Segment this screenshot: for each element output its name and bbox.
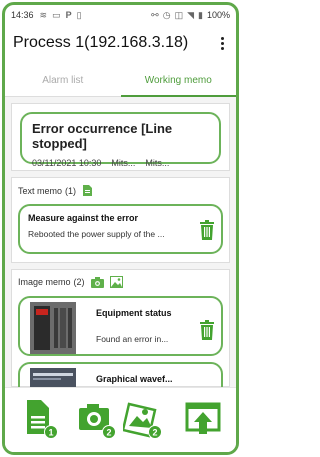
text-memo-item[interactable]: Measure against the error Rebooted the p… [18,204,223,254]
alarm-date: 03/11/2021 10:30 [32,158,102,168]
camera-icon[interactable] [90,276,104,288]
trash-icon[interactable] [199,220,215,240]
memo-content[interactable]: Error occurrence [Line stopped] 03/11/20… [5,97,236,387]
parking-icon: P [65,9,72,20]
tab-working-memo[interactable]: Working memo [120,65,237,97]
tab-bar: Alarm list Working memo [5,65,236,97]
status-bar: 14:36 ≋ ▭ P ▯ ⚯ ◷ ◫ ◥ ▮ 100% [5,5,236,25]
image-memo-item[interactable]: Equipment status Found an error in... [18,296,223,356]
equipment-thumbnail [30,302,76,354]
image-memo-title: Graphical wavef... [96,374,173,384]
tab-alarm-list[interactable]: Alarm list [5,65,121,96]
alarm-meta: 03/11/2021 10:30 Mits... Mits... [32,158,209,168]
battery-icon: ▮ [198,9,203,20]
waveform-thumbnail [30,368,76,387]
image-memo-title: Equipment status [96,308,172,318]
screen-cast-icon: ▭ [52,9,61,20]
wifi-status-icon: ≋ [39,9,48,20]
text-memo-label: Text memo [18,185,63,196]
text-memo-count: (1) [65,185,77,196]
wifi-signal-icon: ◥ [187,9,195,20]
alarm-title: Error occurrence [Line stopped] [32,121,173,151]
upload-button[interactable] [183,398,225,440]
add-image-button[interactable]: 2 [123,398,165,440]
app-frame: 14:36 ≋ ▭ P ▯ ⚯ ◷ ◫ ◥ ▮ 100% Process 1(1… [2,2,239,455]
bottom-action-bar: 1 2 2 [5,387,236,452]
text-memo-title: Measure against the error [28,213,139,223]
status-right-icons: ⚯ ◷ ◫ ◥ ▮ 100% [151,10,230,21]
trash-icon[interactable] [199,320,215,340]
text-memo-header: Text memo (1) [18,184,223,197]
image-memo-section: Image memo (2) Equipment status Found an… [11,269,230,387]
link-icon: ⚯ [151,9,159,20]
add-photo-button[interactable]: 2 [77,398,119,440]
alarm-field-1: Mits... [111,158,136,168]
image-badge: 2 [152,428,157,438]
status-left-icons: ≋ ▭ P ▯ [40,10,82,21]
photo-badge: 2 [106,428,111,438]
image-memo-header: Image memo (2) [18,276,223,288]
image-memo-item[interactable]: Graphical wavef... [18,362,223,387]
text-memo-section: Text memo (1) Measure against the error … [11,177,230,263]
add-text-memo-button[interactable]: 1 [21,398,63,440]
alarm-item[interactable]: Error occurrence [Line stopped] 03/11/20… [20,112,221,168]
alarm-card: Error occurrence [Line stopped] 03/11/20… [11,103,230,171]
image-icon[interactable] [109,276,123,288]
alarm-clock-icon: ◷ [162,9,171,20]
app-bar: Process 1(192.168.3.18) [5,25,236,61]
vibrate-icon: ◫ [174,9,184,20]
status-time: 14:36 [11,10,34,20]
text-memo-body: Rebooted the power supply of the ... [28,229,165,239]
document-icon[interactable] [82,184,93,197]
alarm-field-2: Mits... [145,158,170,168]
overflow-menu-icon[interactable] [216,36,228,50]
image-memo-label: Image memo [18,277,71,287]
page-title: Process 1(192.168.3.18) [13,34,189,51]
text-memo-badge: 1 [48,428,53,438]
sim-icon: ▯ [76,9,82,20]
image-memo-count: (2) [73,277,85,287]
image-memo-body: Found an error in... [96,334,169,344]
battery-level: 100% [206,10,230,20]
